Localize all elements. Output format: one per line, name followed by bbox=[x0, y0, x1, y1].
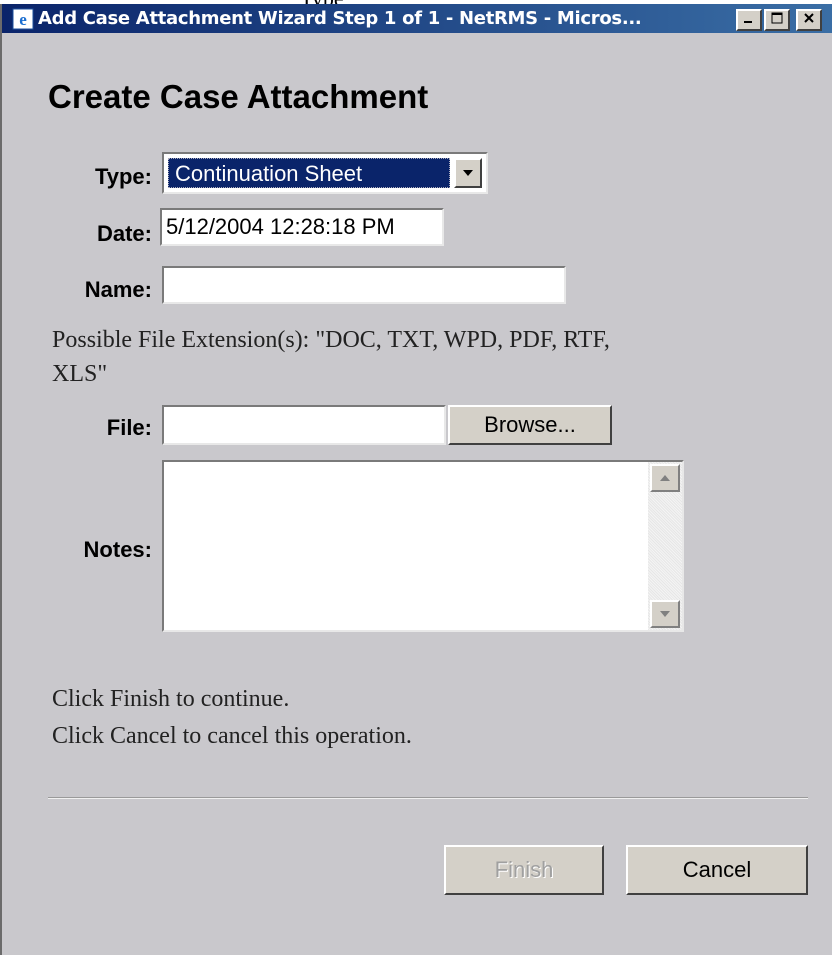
chevron-down-icon bbox=[659, 605, 671, 623]
maximize-button[interactable] bbox=[764, 9, 790, 31]
close-icon bbox=[803, 11, 815, 29]
chevron-down-icon bbox=[462, 164, 474, 182]
dialog-content: Create Case Attachment Type: Continuatio… bbox=[2, 33, 832, 955]
close-button[interactable] bbox=[796, 9, 822, 31]
cancel-button[interactable]: Cancel bbox=[626, 845, 808, 895]
chevron-up-icon bbox=[659, 469, 671, 487]
notes-label: Notes: bbox=[83, 537, 152, 562]
minimize-icon bbox=[743, 11, 755, 29]
file-extensions-text-continued: XLS" bbox=[52, 361, 108, 387]
finish-button[interactable]: Finish bbox=[444, 845, 604, 895]
date-field[interactable]: 5/12/2004 12:28:18 PM bbox=[160, 208, 444, 246]
ie-icon: e bbox=[12, 8, 34, 30]
browse-button[interactable]: Browse... bbox=[448, 405, 612, 445]
type-select[interactable]: Continuation Sheet bbox=[162, 152, 488, 194]
maximize-icon bbox=[771, 11, 783, 29]
name-field[interactable] bbox=[162, 266, 566, 304]
select-arrow-button[interactable] bbox=[454, 158, 482, 188]
dialog-window: e Add Case Attachment Wizard Step 1 of 1… bbox=[0, 4, 832, 955]
notes-textarea[interactable] bbox=[162, 460, 684, 632]
type-label: Type: bbox=[94, 164, 152, 189]
instruction-finish-text: Click Finish to continue. bbox=[52, 686, 290, 712]
page-title: Create Case Attachment bbox=[48, 78, 429, 115]
file-extensions-text: Possible File Extension(s): "DOC, TXT, W… bbox=[52, 327, 610, 353]
type-select-value: Continuation Sheet bbox=[168, 158, 450, 188]
name-label: Name: bbox=[84, 277, 152, 302]
scroll-up-button[interactable] bbox=[650, 464, 680, 492]
minimize-button[interactable] bbox=[736, 9, 762, 31]
window-title: Add Case Attachment Wizard Step 1 of 1 -… bbox=[38, 8, 642, 29]
title-bar[interactable]: e Add Case Attachment Wizard Step 1 of 1… bbox=[2, 4, 832, 33]
file-label: File: bbox=[106, 415, 152, 440]
notes-scrollbar[interactable] bbox=[648, 462, 682, 630]
divider bbox=[48, 797, 808, 799]
svg-text:e: e bbox=[19, 10, 27, 29]
instruction-cancel-text: Click Cancel to cancel this operation. bbox=[52, 723, 412, 749]
file-input[interactable] bbox=[162, 405, 446, 445]
date-label: Date: bbox=[96, 221, 152, 246]
scroll-down-button[interactable] bbox=[650, 600, 680, 628]
